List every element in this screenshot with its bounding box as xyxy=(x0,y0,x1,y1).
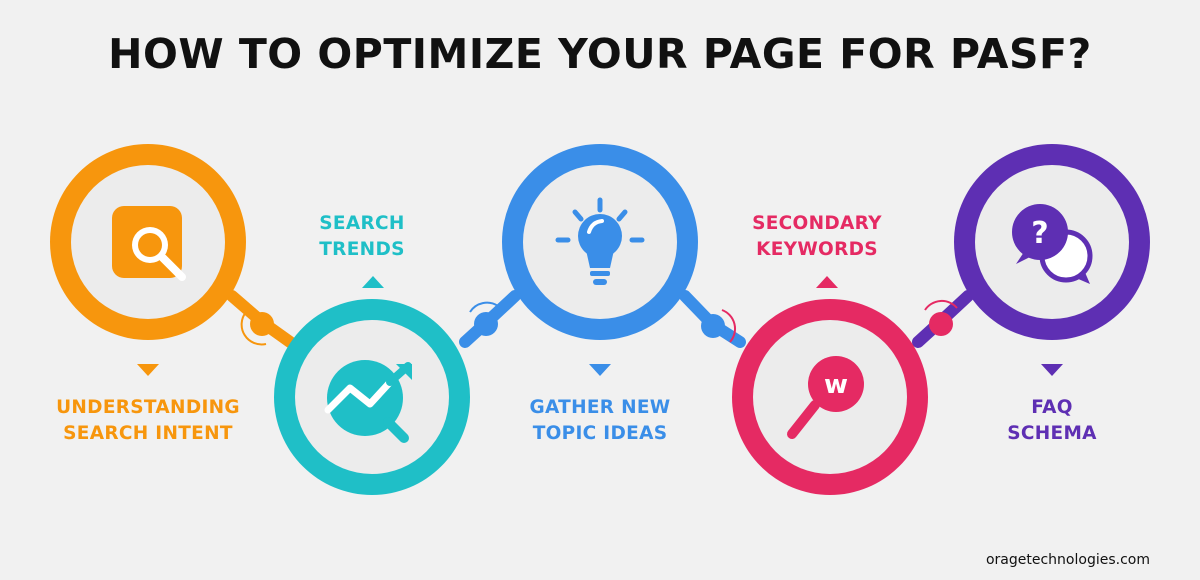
process-diagram: w ? xyxy=(50,144,1150,495)
step-2-label-line-2: TRENDS xyxy=(319,239,405,260)
step-4-label: SECONDARY KEYWORDS xyxy=(697,211,937,263)
svg-text:w: w xyxy=(824,370,848,400)
step-2-label: SEARCH TRENDS xyxy=(242,211,482,263)
step-1-label-line-1: UNDERSTANDING xyxy=(56,397,240,418)
step-1-label: UNDERSTANDING SEARCH INTENT xyxy=(28,395,268,447)
step-3-label-line-2: TOPIC IDEAS xyxy=(532,423,668,444)
step-3-label-line-1: GATHER NEW xyxy=(529,397,671,418)
svg-text:?: ? xyxy=(1031,216,1048,251)
step-3-label: GATHER NEW TOPIC IDEAS xyxy=(480,395,720,447)
step-1-label-line-2: SEARCH INTENT xyxy=(63,423,233,444)
step-2-label-line-1: SEARCH xyxy=(319,213,405,234)
footer-website: oragetechnologies.com xyxy=(985,552,1150,568)
trending-chart-icon xyxy=(324,360,412,443)
magnifier-icon xyxy=(112,206,186,281)
step-5-label-line-1: FAQ xyxy=(1031,397,1073,418)
step-5-label-line-2: SCHEMA xyxy=(1007,423,1097,444)
step-4-label-line-1: SECONDARY xyxy=(752,213,882,234)
step-5-label: FAQ SCHEMA xyxy=(932,395,1172,447)
step-4-label-line-2: KEYWORDS xyxy=(756,239,878,260)
